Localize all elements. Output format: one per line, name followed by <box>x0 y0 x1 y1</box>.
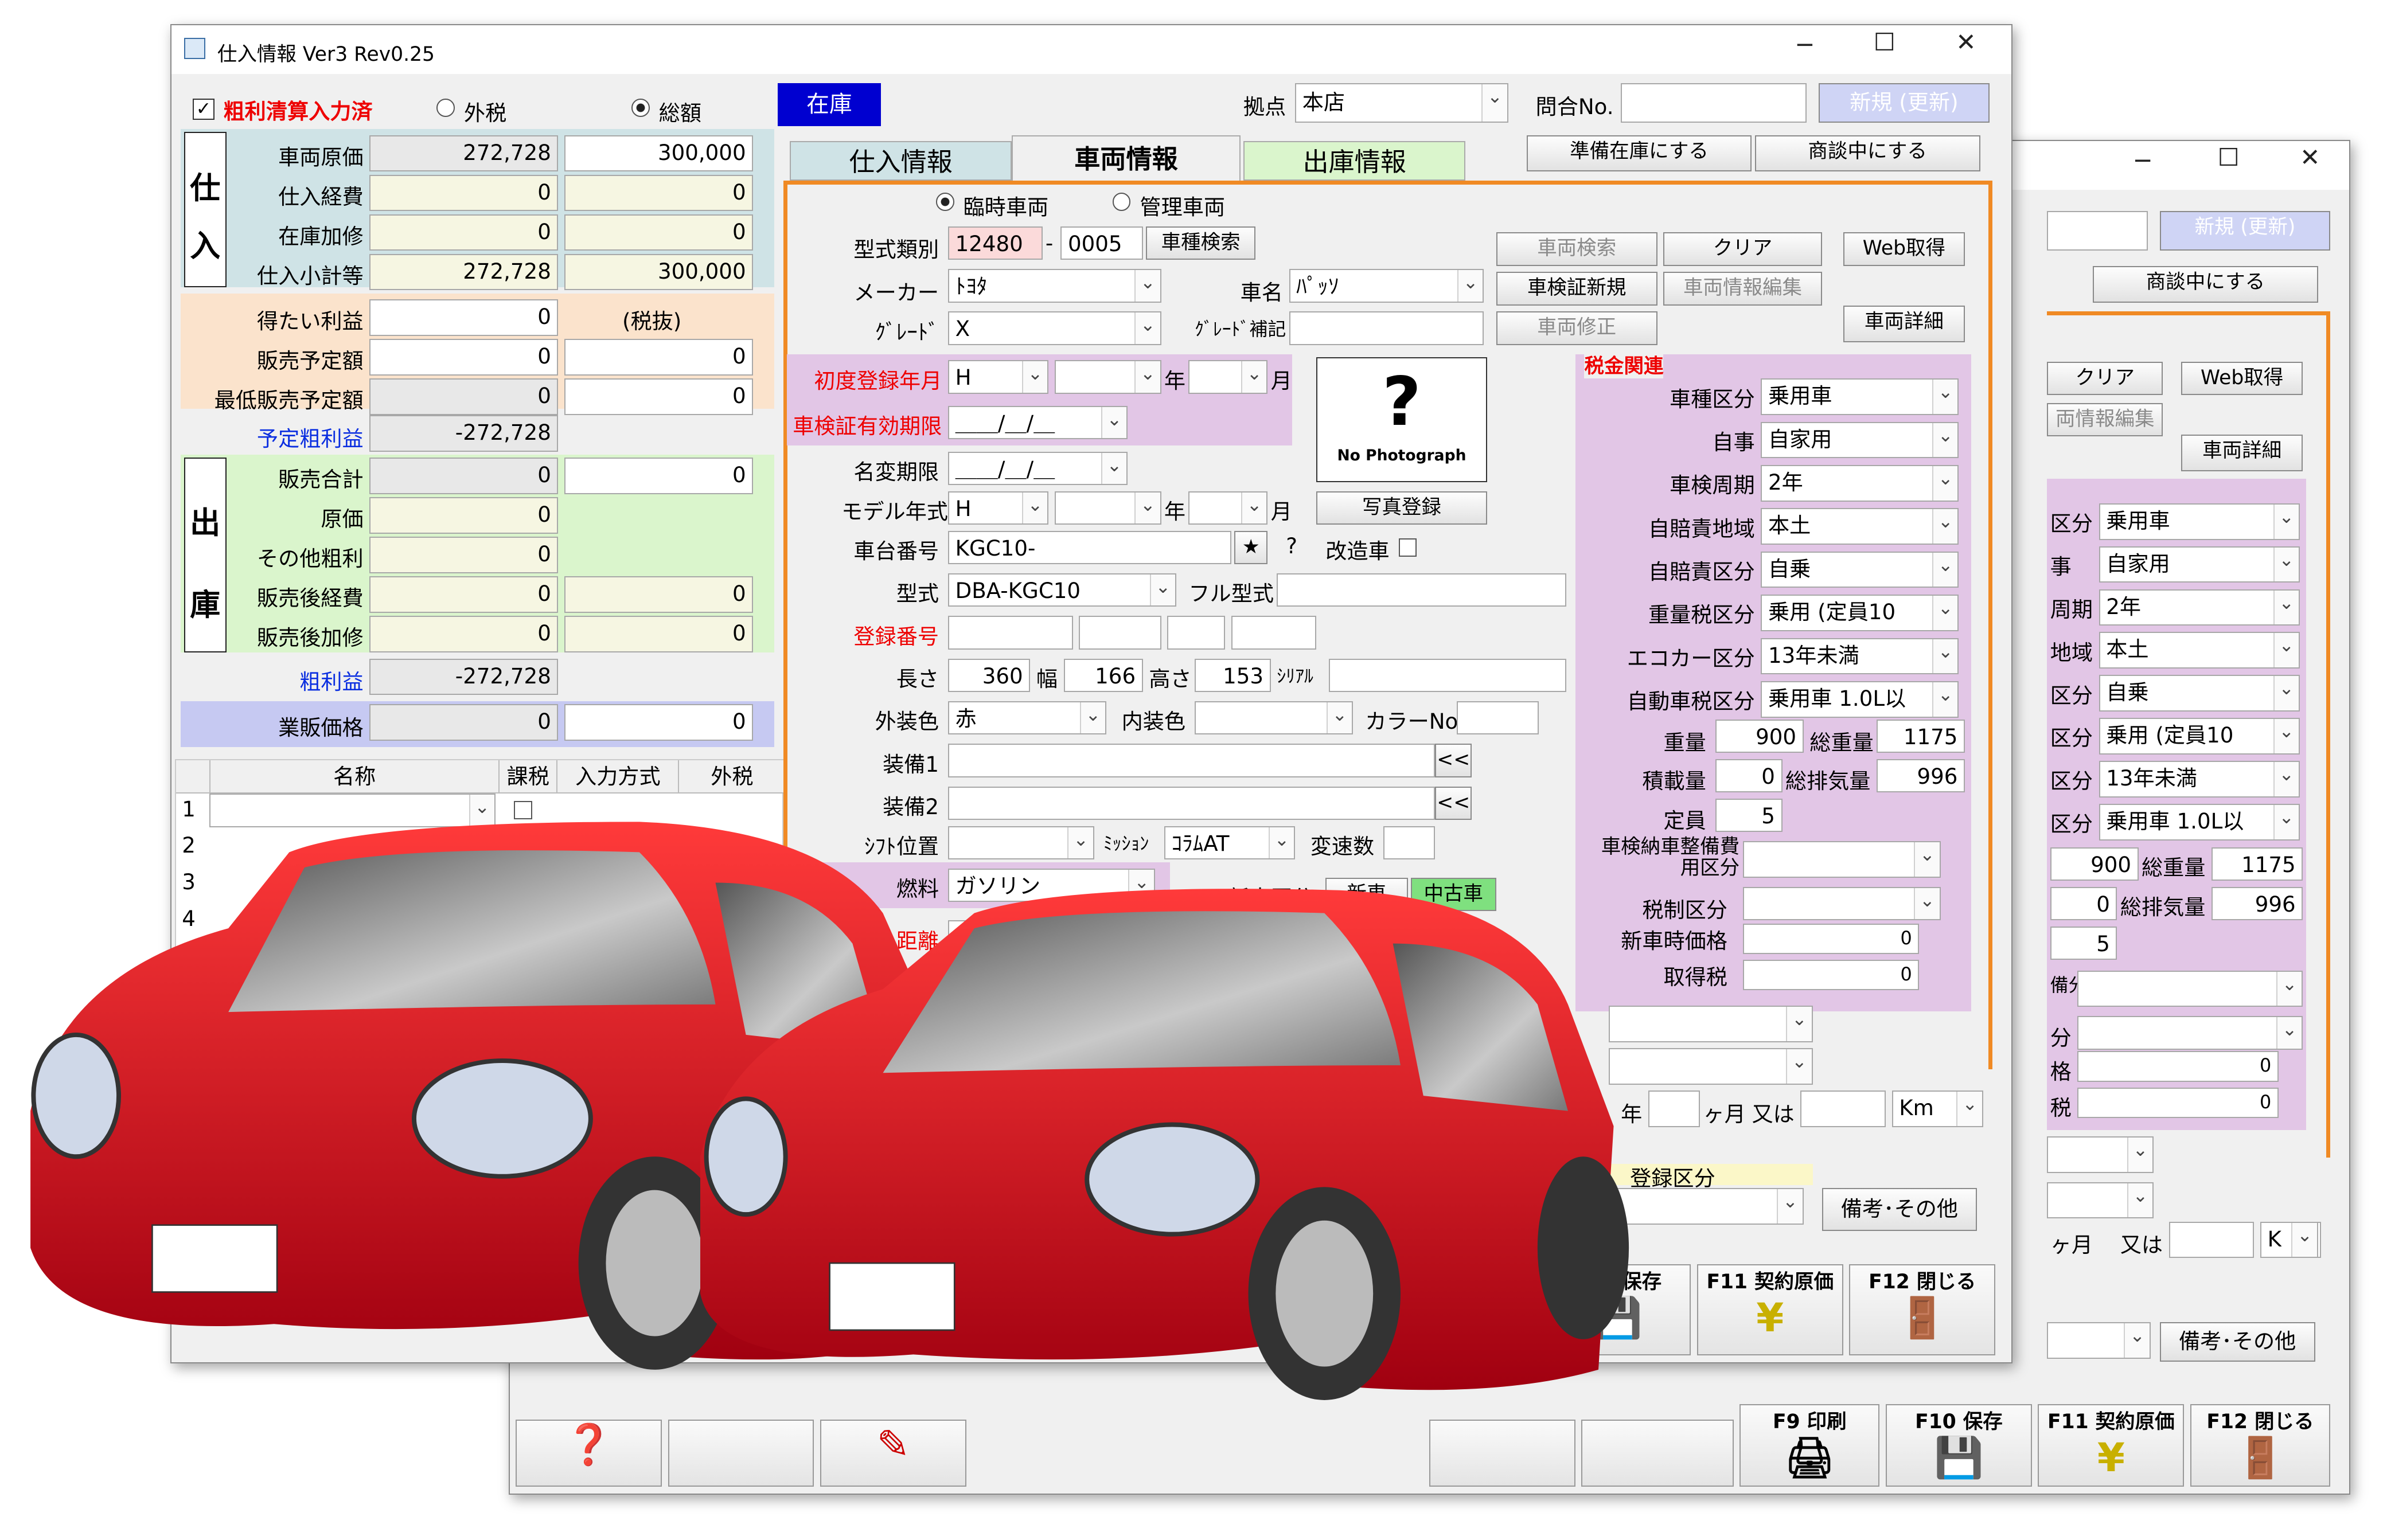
car-illustrations <box>30 822 1629 1400</box>
